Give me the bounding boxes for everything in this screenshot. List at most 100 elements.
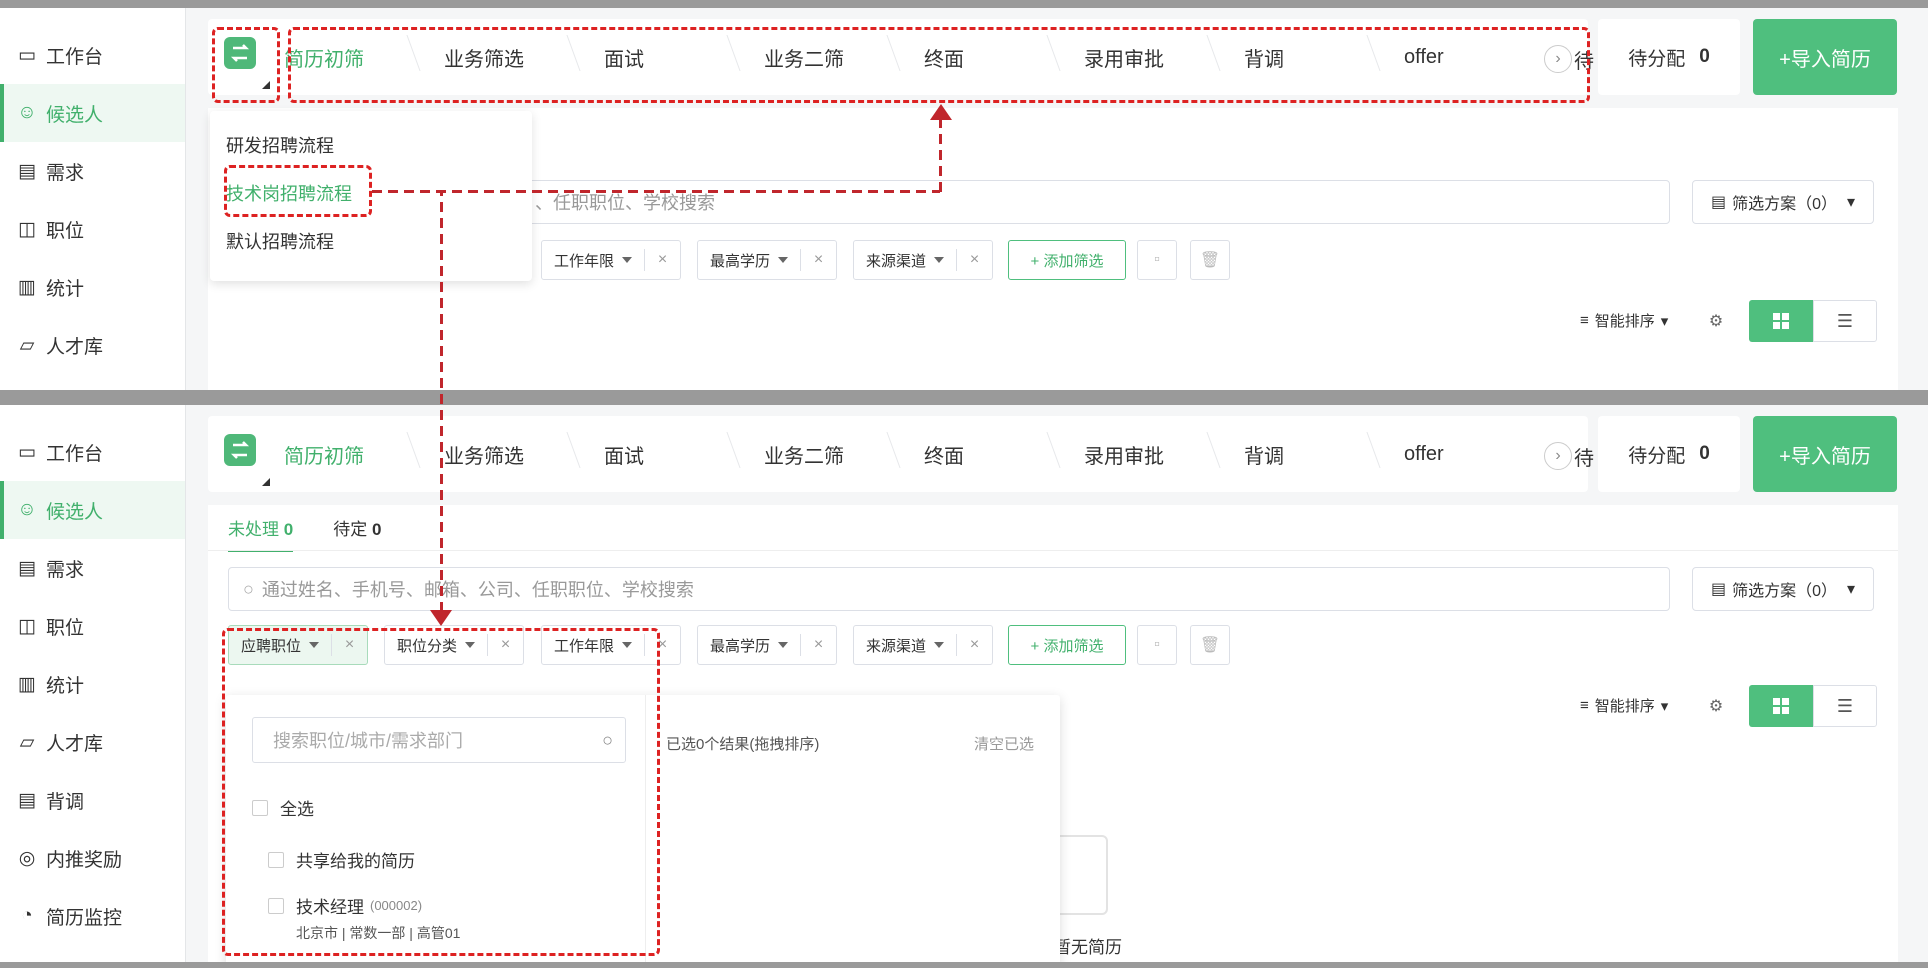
- close-icon[interactable]: ×: [956, 249, 992, 271]
- annotation-arrow-line: [440, 192, 443, 612]
- tab-pending[interactable]: 待定 0: [333, 515, 381, 552]
- briefcase-icon: ◫: [18, 615, 36, 637]
- grid-icon: [1773, 698, 1789, 714]
- chevron-right-icon[interactable]: ›: [1544, 442, 1572, 470]
- import-resume-button[interactable]: +导入简历: [1753, 19, 1897, 95]
- monitor-icon: ▭: [18, 441, 36, 463]
- folder-icon: ▱: [19, 334, 35, 356]
- import-resume-button[interactable]: +导入简历: [1753, 416, 1897, 492]
- filter-source[interactable]: 来源渠道 ×: [853, 625, 994, 665]
- stage-tab[interactable]: 终面: [924, 431, 1084, 469]
- empty-state-text: 暂无简历: [1054, 938, 1122, 957]
- caret-down-icon: ▾: [1660, 312, 1669, 330]
- stage-tab[interactable]: 简历初筛: [284, 431, 444, 469]
- monitor-chart-icon: ◔: [21, 905, 33, 926]
- save-icon[interactable]: ▫: [1137, 625, 1177, 665]
- sidebar-item-demands[interactable]: ▤ 需求: [0, 142, 185, 200]
- filter-work-years[interactable]: 工作年限 ×: [541, 240, 682, 280]
- close-icon[interactable]: ×: [800, 249, 836, 271]
- grid-icon: [1773, 313, 1789, 329]
- trash-icon[interactable]: 🗑: [1190, 625, 1230, 665]
- tab-unprocessed[interactable]: 未处理 0: [228, 515, 294, 552]
- sidebar-item-candidates[interactable]: ☺ 候选人: [0, 84, 185, 142]
- annotation-arrow-line: [372, 190, 940, 193]
- flow-menu-item[interactable]: 研发招聘流程: [210, 121, 532, 169]
- filter-source[interactable]: 来源渠道 ×: [853, 240, 994, 280]
- stage-tab[interactable]: 录用审批: [1084, 431, 1244, 469]
- sidebar-item-referral[interactable]: ◎ 内推奖励: [0, 829, 185, 887]
- smart-sort[interactable]: ≡ 智能排序 ▾: [1580, 695, 1668, 716]
- close-icon[interactable]: ×: [956, 634, 992, 656]
- bar-chart-icon: ▥: [18, 276, 36, 298]
- caret-down-icon: ▾: [1847, 581, 1856, 598]
- briefcase-icon: ◫: [18, 218, 36, 240]
- caret-down-icon: ▾: [1847, 194, 1856, 211]
- sidebar-item-statistics[interactable]: ▥ 统计: [0, 258, 185, 316]
- document-icon: ▤: [18, 557, 36, 579]
- stage-tab[interactable]: offer: [1404, 443, 1564, 466]
- sidebar-item-workbench[interactable]: ▭ 工作台: [0, 423, 185, 481]
- list-view-button[interactable]: ☰: [1813, 685, 1877, 727]
- sidebar-item-background-check[interactable]: ▤ 背调: [0, 771, 185, 829]
- list-view-button[interactable]: ☰: [1813, 300, 1877, 342]
- sidebar-item-talent-pool[interactable]: ▱ 人才库: [0, 316, 185, 374]
- close-icon[interactable]: ×: [800, 634, 836, 656]
- annotation-box-flow-icon: [212, 27, 280, 103]
- folder-icon: ▱: [19, 731, 35, 753]
- sidebar: ▭ 工作台 ☺ 候选人 ▤ 需求 ◫ 职位 ▥ 统计 ▱ 人才库: [0, 8, 186, 390]
- selected-count: 已选0个结果(拖拽排序): [666, 736, 820, 753]
- search-input[interactable]: ○ 通过姓名、手机号、邮箱、公司、任职职位、学校搜索: [228, 567, 1670, 611]
- grid-view-button[interactable]: [1749, 685, 1813, 727]
- scheme-icon: ▤: [1710, 581, 1727, 598]
- gear-icon[interactable]: ⚙: [1705, 695, 1727, 717]
- monitor-icon: ▭: [18, 44, 36, 66]
- add-filter-button[interactable]: + 添加筛选: [1008, 625, 1126, 665]
- add-filter-button[interactable]: + 添加筛选: [1008, 240, 1126, 280]
- stage-tab[interactable]: 面试: [604, 431, 764, 469]
- stage-tab[interactable]: 业务筛选: [444, 431, 604, 469]
- close-icon[interactable]: ×: [644, 249, 680, 271]
- sidebar-item-candidates[interactable]: ☺ 候选人: [0, 481, 185, 539]
- person-icon: ☺: [17, 102, 37, 123]
- stage-tab[interactable]: 业务二筛: [764, 431, 924, 469]
- smart-sort[interactable]: ≡ 智能排序 ▾: [1580, 310, 1668, 331]
- filter-education[interactable]: 最高学历 ×: [697, 625, 838, 665]
- corner-triangle-icon: [262, 478, 270, 486]
- annotation-arrow-line: [939, 114, 942, 192]
- filter-scheme-button[interactable]: ▤ 筛选方案（0） ▾: [1692, 180, 1874, 224]
- annotation-box-stage-bar: [288, 27, 1590, 103]
- list-icon: ☰: [1836, 310, 1854, 331]
- stage-list: 简历初筛 业务筛选 面试 业务二筛 终面 录用审批 背调 offer: [284, 416, 1564, 492]
- gear-icon[interactable]: ⚙: [1705, 310, 1727, 332]
- filter-scheme-button[interactable]: ▤ 筛选方案（0） ▾: [1692, 567, 1874, 611]
- pending-assign[interactable]: 待分配 0: [1598, 19, 1740, 95]
- sidebar-item-positions[interactable]: ◫ 职位: [0, 200, 185, 258]
- annotation-box-dropdown: [222, 628, 660, 956]
- sidebar: ▭ 工作台 ☺ 候选人 ▤ 需求 ◫ 职位 ▥ 统计 ▱ 人才库 ▤ 背调 ◎ 内推奖励 ◔ 简历…: [0, 405, 186, 962]
- trash-icon[interactable]: 🗑: [1190, 240, 1230, 280]
- search-icon: ○: [243, 578, 254, 599]
- clear-selected-link[interactable]: 清空已选: [974, 733, 1034, 754]
- sidebar-item-resume-monitor[interactable]: ◔ 简历监控: [0, 887, 185, 945]
- sidebar-item-workbench[interactable]: ▭ 工作台: [0, 26, 185, 84]
- grid-view-button[interactable]: [1749, 300, 1813, 342]
- divider: [208, 550, 1898, 551]
- person-icon: ☺: [17, 499, 37, 520]
- arrow-up-icon: [930, 104, 952, 120]
- save-icon[interactable]: ▫: [1137, 240, 1177, 280]
- sidebar-item-positions[interactable]: ◫ 职位: [0, 597, 185, 655]
- pending-assign[interactable]: 待分配 0: [1598, 416, 1740, 492]
- sidebar-item-talent-pool[interactable]: ▱ 人才库: [0, 713, 185, 771]
- arrow-down-icon: [430, 610, 452, 626]
- sidebar-item-statistics[interactable]: ▥ 统计: [0, 655, 185, 713]
- scheme-icon: ▤: [1710, 194, 1727, 211]
- flow-menu-item[interactable]: 默认招聘流程: [210, 217, 532, 265]
- sidebar-item-demands[interactable]: ▤ 需求: [0, 539, 185, 597]
- flow-switch-icon[interactable]: [224, 434, 256, 466]
- filter-education[interactable]: 最高学历 ×: [697, 240, 838, 280]
- document-icon: ▤: [18, 789, 36, 811]
- caret-down-icon: ▾: [1660, 697, 1669, 715]
- award-icon: ◎: [18, 847, 36, 869]
- stage-overflow: 待: [1574, 448, 1594, 470]
- stage-tab[interactable]: 背调: [1244, 431, 1404, 469]
